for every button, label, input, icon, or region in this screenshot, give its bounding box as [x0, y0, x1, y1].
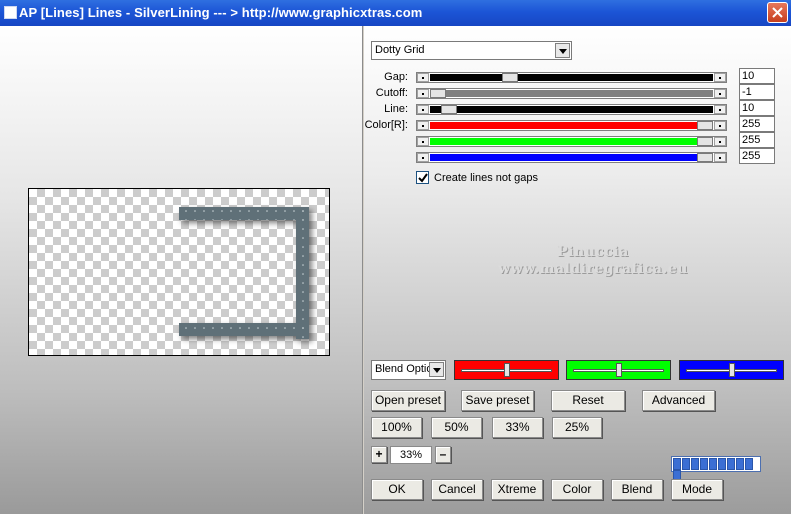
slider-label: Color[R]: — [364, 119, 408, 131]
zoom-100-button[interactable]: 100% — [371, 417, 422, 438]
chevron-right-icon[interactable] — [714, 137, 726, 146]
color-slider-knob[interactable] — [729, 363, 735, 377]
slider-thumb[interactable] — [697, 137, 713, 146]
ok-button[interactable]: OK — [371, 479, 423, 500]
zoom-50-button[interactable]: 50% — [431, 417, 482, 438]
slider-4[interactable] — [416, 136, 727, 147]
progress-segment — [718, 458, 726, 470]
slider-thumb[interactable] — [441, 105, 457, 114]
preview-canvas[interactable] — [28, 188, 330, 356]
open-preset-button[interactable]: Open preset — [371, 390, 445, 411]
close-icon — [772, 7, 783, 18]
chevron-down-icon[interactable] — [555, 43, 570, 58]
preview-lines-graphic — [179, 207, 309, 339]
color-slider-knob[interactable] — [616, 363, 622, 377]
slider-value-field[interactable]: -1 — [739, 84, 775, 100]
style-select-value: Dotty Grid — [375, 44, 425, 56]
close-button[interactable] — [767, 2, 788, 23]
zoom-out-button[interactable]: – — [435, 446, 451, 463]
checkmark-icon — [418, 173, 428, 183]
slider-label: Gap: — [384, 71, 408, 83]
slider-value-field[interactable]: 255 — [739, 148, 775, 164]
progress-segment — [709, 458, 717, 470]
window-icon — [4, 6, 17, 19]
chevron-right-icon[interactable] — [714, 105, 726, 114]
zoom-value: 33% — [390, 446, 432, 464]
slider-fill — [430, 106, 713, 113]
window-title: AP [Lines] Lines - SilverLining --- > ht… — [19, 5, 423, 20]
slider-value-field[interactable]: 255 — [739, 132, 775, 148]
color-slider-knob[interactable] — [504, 363, 510, 377]
slider-5[interactable] — [416, 152, 727, 163]
slider-label: Line: — [384, 103, 408, 115]
progress-segment — [682, 458, 690, 470]
chevron-left-icon[interactable] — [417, 105, 429, 114]
chevron-left-icon[interactable] — [417, 137, 429, 146]
slider-fill — [430, 90, 713, 97]
xtreme-button[interactable]: Xtreme — [491, 479, 543, 500]
slider-value-field[interactable]: 255 — [739, 116, 775, 132]
slider-2[interactable] — [416, 104, 727, 115]
slider-fill — [430, 154, 697, 161]
progress-segment — [691, 458, 699, 470]
progress-segment — [727, 458, 735, 470]
save-preset-button[interactable]: Save preset — [461, 390, 534, 411]
color-channel-box-0[interactable] — [454, 360, 559, 380]
slider-fill — [430, 122, 697, 129]
style-select[interactable]: Dotty Grid — [371, 41, 572, 60]
blend-select-value: Blend Optio — [375, 363, 430, 375]
zoom-in-button[interactable]: + — [371, 446, 387, 463]
slider-3[interactable] — [416, 120, 727, 131]
zoom-33-button[interactable]: 33% — [492, 417, 543, 438]
slider-thumb[interactable] — [697, 121, 713, 130]
slider-thumb[interactable] — [502, 73, 518, 82]
blend-select[interactable]: Blend Optio — [371, 360, 446, 380]
progress-segment — [673, 458, 681, 470]
slider-value-field[interactable]: 10 — [739, 100, 775, 116]
chevron-down-icon[interactable] — [429, 362, 444, 377]
progress-bar — [671, 456, 761, 482]
control-pane: Dotty Grid Gap: 10 Cutoff: -1 Line: 10 Color[R… — [364, 26, 791, 514]
reset-button[interactable]: Reset — [551, 390, 625, 411]
watermark-url: www.maldiregrafica.eu — [498, 261, 688, 277]
slider-value-field[interactable]: 10 — [739, 68, 775, 84]
chevron-left-icon[interactable] — [417, 73, 429, 82]
create-lines-checkbox[interactable] — [416, 171, 429, 184]
slider-1[interactable] — [416, 88, 727, 99]
color-channel-box-2[interactable] — [679, 360, 784, 380]
chevron-right-icon[interactable] — [714, 121, 726, 130]
mode-button[interactable]: Mode — [671, 479, 723, 500]
watermark-name: Pinuccia — [557, 244, 629, 260]
slider-label: Cutoff: — [375, 87, 408, 99]
progress-segment — [745, 458, 753, 470]
cancel-button[interactable]: Cancel — [431, 479, 483, 500]
blend-button[interactable]: Blend — [611, 479, 663, 500]
chevron-left-icon[interactable] — [417, 89, 429, 98]
chevron-left-icon[interactable] — [417, 153, 429, 162]
color-channel-box-1[interactable] — [566, 360, 671, 380]
slider-fill — [430, 138, 697, 145]
watermark: Pinuccia www.maldiregrafica.eu — [498, 244, 688, 278]
color-button[interactable]: Color — [551, 479, 603, 500]
chevron-left-icon[interactable] — [417, 121, 429, 130]
title-bar: AP [Lines] Lines - SilverLining --- > ht… — [0, 0, 791, 26]
preview-pane — [0, 26, 363, 514]
slider-fill — [430, 74, 713, 81]
progress-segment — [736, 458, 744, 470]
slider-thumb[interactable] — [430, 89, 446, 98]
chevron-right-icon[interactable] — [714, 153, 726, 162]
create-lines-label: Create lines not gaps — [434, 172, 538, 184]
advanced-button[interactable]: Advanced — [642, 390, 715, 411]
chevron-right-icon[interactable] — [714, 89, 726, 98]
slider-thumb[interactable] — [697, 153, 713, 162]
slider-0[interactable] — [416, 72, 727, 83]
zoom-25-button[interactable]: 25% — [552, 417, 602, 438]
chevron-right-icon[interactable] — [714, 73, 726, 82]
progress-segment — [700, 458, 708, 470]
